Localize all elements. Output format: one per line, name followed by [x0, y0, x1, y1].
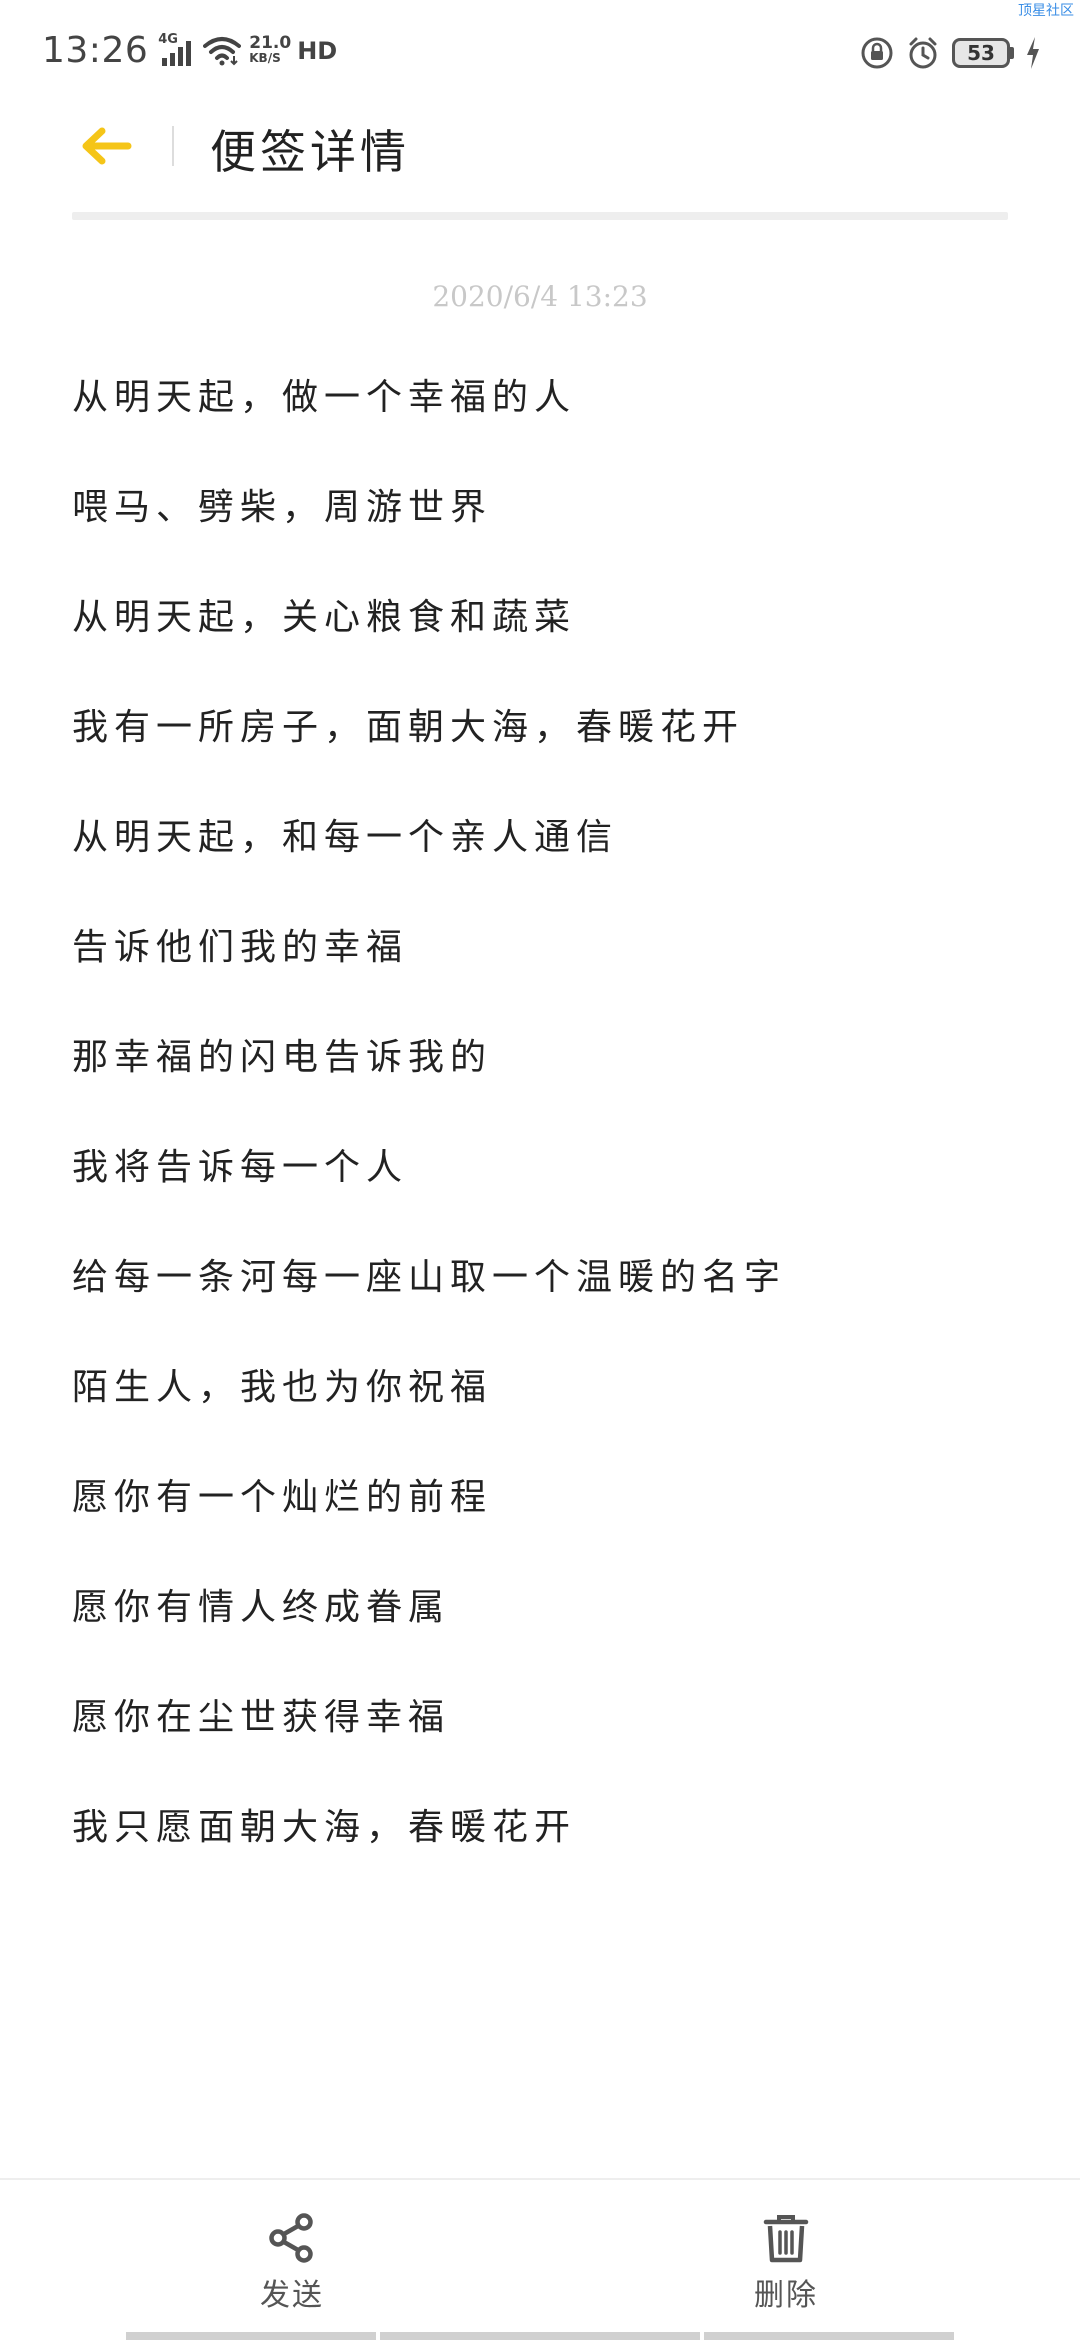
- trash-icon: [763, 2215, 809, 2263]
- header-underline: [72, 212, 1008, 220]
- note-line: 陌生人，我也为你祝福: [72, 1367, 493, 1408]
- bottom-action-bar: 发送 删除: [0, 2178, 1080, 2340]
- note-line: 我只愿面朝大海，春暖花开: [72, 1807, 577, 1848]
- nav-hint-center: [380, 2332, 700, 2340]
- note-content[interactable]: 从明天起，做一个幸福的人 喂马、劈柴，周游世界 从明天起，关心粮食和蔬菜 我有一…: [72, 368, 1008, 1908]
- note-line: 喂马、劈柴，周游世界: [72, 487, 493, 528]
- note-line: 从明天起，关心粮食和蔬菜: [72, 597, 577, 638]
- wifi-icon: [203, 36, 242, 65]
- alarm-icon: [909, 37, 937, 69]
- back-arrow-icon: [82, 127, 132, 165]
- note-line: 我有一所房子，面朝大海，春暖花开: [72, 707, 745, 748]
- header: 便签详情: [0, 112, 1080, 232]
- note-line: 愿你有情人终成眷属: [72, 1587, 451, 1628]
- status-time: 13:26: [42, 30, 149, 71]
- page-title: 便签详情: [210, 125, 410, 179]
- battery-icon: 53: [952, 38, 1014, 68]
- note-line: 愿你有一个灿烂的前程: [72, 1477, 493, 1518]
- cellular-signal-icon: 4G: [158, 32, 192, 66]
- status-bar: 13:26 4G 21.0 KB/S HD 53: [0, 0, 1080, 112]
- note-line: 从明天起，做一个幸福的人: [72, 377, 577, 418]
- share-icon: [269, 2213, 313, 2263]
- rotation-lock-icon: [861, 37, 893, 69]
- network-type: 4G: [158, 31, 178, 47]
- hd-badge: HD: [297, 36, 338, 65]
- send-label: 发送: [260, 2278, 324, 2313]
- send-button[interactable]: 发送: [222, 2212, 362, 2314]
- battery-level: 53: [967, 41, 995, 65]
- charging-bolt-icon: [1027, 37, 1039, 69]
- nav-hint-right: [704, 2332, 954, 2340]
- note-line: 从明天起，和每一个亲人通信: [72, 817, 619, 858]
- network-speed: 21.0 KB/S: [249, 32, 292, 65]
- note-line: 给每一条河每一座山取一个温暖的名字: [72, 1257, 787, 1298]
- note-line: 那幸福的闪电告诉我的: [72, 1037, 493, 1078]
- back-button[interactable]: [72, 112, 140, 180]
- note-line: 告诉他们我的幸福: [72, 927, 409, 968]
- note-timestamp: 2020/6/4 13:23: [432, 280, 648, 313]
- header-divider: [172, 126, 174, 166]
- delete-button[interactable]: 删除: [716, 2212, 856, 2314]
- delete-label: 删除: [754, 2278, 818, 2313]
- note-line: 愿你在尘世获得幸福: [72, 1697, 451, 1738]
- note-line: 我将告诉每一个人: [72, 1147, 409, 1188]
- nav-hint-left: [126, 2332, 376, 2340]
